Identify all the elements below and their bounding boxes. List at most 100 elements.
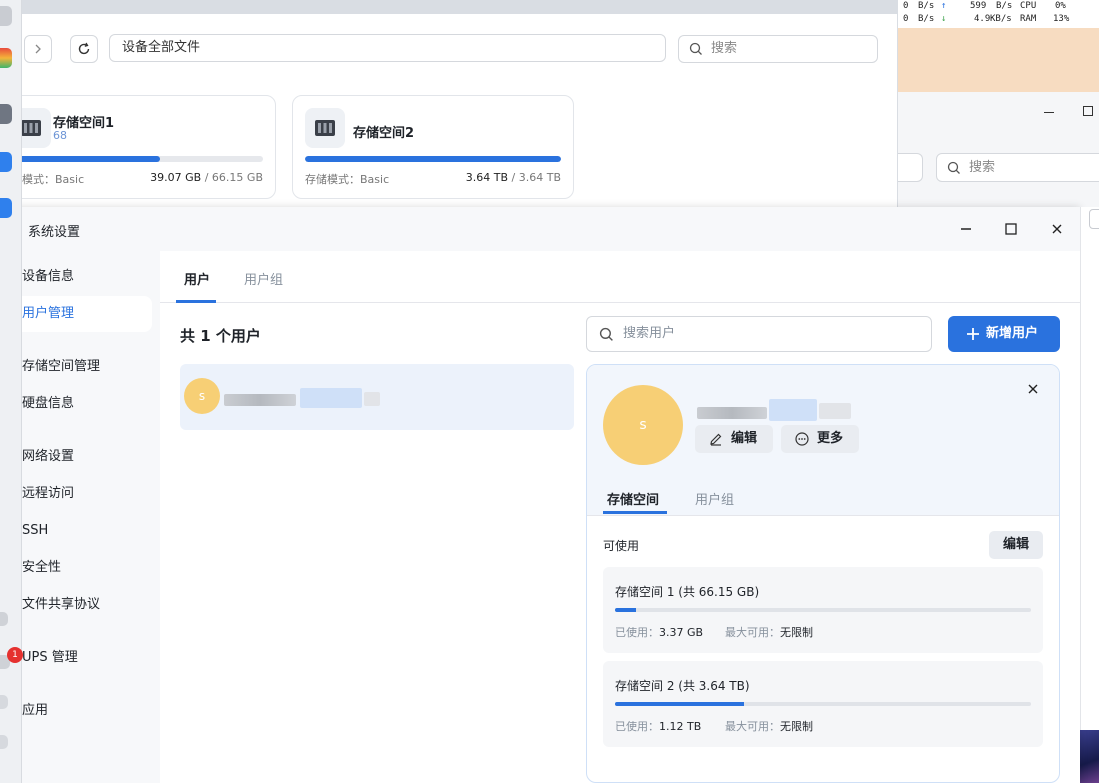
search-placeholder: 搜索 bbox=[969, 160, 996, 175]
refresh-button[interactable] bbox=[70, 35, 98, 63]
tab-bar: 用户 用户组 bbox=[160, 251, 1090, 303]
dock-app-icon[interactable] bbox=[0, 612, 8, 626]
avatar-large: s bbox=[603, 385, 683, 465]
volume-mode: 存储模式：Basic bbox=[305, 173, 390, 186]
app-dock bbox=[0, 0, 22, 783]
minimize-button[interactable] bbox=[956, 219, 976, 239]
nav-ups-management[interactable]: UPS 管理 bbox=[0, 640, 152, 676]
close-icon bbox=[1028, 384, 1038, 394]
file-manager-window: 设备全部文件 搜索 存储空间1 68 储模式：Basic 39.07 GB / … bbox=[0, 14, 897, 214]
dock-app-icon[interactable] bbox=[0, 6, 12, 26]
add-user-label: 新增用户 bbox=[986, 326, 1039, 341]
volume-card-1[interactable]: 存储空间1 68 储模式：Basic 39.07 GB / 66.15 GB bbox=[0, 95, 276, 199]
dock-app-icon[interactable] bbox=[0, 198, 12, 218]
nav-ups-label: UPS 管理 bbox=[22, 650, 78, 665]
quota-used: 已使用：3.37 GB bbox=[615, 624, 703, 640]
quota-usage-bar bbox=[615, 702, 1031, 706]
nav-ssh[interactable]: SSH bbox=[0, 513, 152, 549]
username-blurred bbox=[224, 394, 296, 406]
dock-app-icon[interactable] bbox=[0, 48, 12, 68]
title-bar: 系统设置 bbox=[0, 207, 1080, 251]
detail-tab-divider bbox=[587, 515, 1059, 516]
volume-usage-bar bbox=[11, 156, 263, 162]
user-list-item[interactable]: s bbox=[180, 364, 574, 430]
dock-app-icon[interactable] bbox=[0, 695, 8, 709]
background-window-edge bbox=[1080, 207, 1099, 730]
gear-icon[interactable] bbox=[0, 104, 12, 124]
path-bar-fragment[interactable] bbox=[898, 153, 923, 182]
cpu-label: CPU bbox=[1020, 1, 1037, 11]
volume-size: 3.64 TB / 3.64 TB bbox=[466, 171, 561, 184]
user-detail-card: s 编辑 更多 存储空间 用户组 可使用 编辑 存储空间 1 (共 66.15 … bbox=[586, 364, 1060, 783]
file-search-input[interactable]: 搜索 bbox=[678, 35, 878, 63]
search-icon bbox=[689, 42, 702, 55]
maximize-icon[interactable] bbox=[1083, 106, 1093, 116]
tab-users[interactable]: 用户 bbox=[184, 269, 210, 288]
more-options-button[interactable]: 更多 bbox=[781, 425, 859, 453]
username-blurred-highlight bbox=[300, 388, 362, 408]
available-label: 可使用 bbox=[603, 539, 640, 553]
search-icon bbox=[599, 327, 613, 341]
nav-network-settings[interactable]: 网络设置 bbox=[0, 439, 152, 475]
nav-security[interactable]: 安全性 bbox=[0, 550, 152, 586]
notification-badge: 1 bbox=[7, 647, 23, 663]
add-user-button[interactable]: 新增用户 bbox=[948, 316, 1060, 352]
nav-user-management[interactable]: 用户管理 bbox=[0, 296, 152, 332]
user-search-input[interactable]: 搜索用户 bbox=[586, 316, 932, 352]
username-blurred-tail bbox=[364, 392, 380, 406]
quota-used-value: 1.12 TB bbox=[659, 720, 702, 733]
search-input[interactable]: 搜索 bbox=[936, 153, 1099, 182]
nav-apps[interactable]: 应用 bbox=[0, 693, 152, 729]
grid-view-icon[interactable] bbox=[1089, 209, 1099, 229]
search-icon bbox=[947, 161, 960, 174]
user-management-panel: 用户 用户组 共 1 个用户 搜索用户 新增用户 s s 编辑 更多 存储空间 … bbox=[160, 251, 1090, 783]
volume-used: 39.07 GB bbox=[150, 171, 202, 184]
dock-app-icon[interactable] bbox=[0, 152, 12, 172]
edit-label: 编辑 bbox=[731, 431, 758, 446]
quota-used-label: 已使用： bbox=[615, 720, 659, 733]
detail-username-blurred bbox=[697, 407, 767, 419]
quota-max-label: 最大可用： bbox=[725, 720, 780, 733]
maximize-button[interactable] bbox=[1001, 219, 1021, 239]
volume-subtext: 68 bbox=[53, 129, 67, 142]
edit-quota-button[interactable]: 编辑 bbox=[989, 531, 1043, 559]
search-placeholder: 搜索用户 bbox=[623, 326, 676, 341]
minimize-icon[interactable] bbox=[1044, 112, 1054, 113]
more-label: 更多 bbox=[817, 431, 844, 446]
net-down-speed: 4.9 bbox=[974, 14, 991, 24]
quota-usage-bar bbox=[615, 608, 1031, 612]
cpu-value: 0% bbox=[1055, 1, 1066, 11]
ram-label: RAM bbox=[1020, 14, 1037, 24]
settings-window: 系统设置 设备信息 用户管理 存储空间管理 硬盘信息 网络设置 远程访问 SSH… bbox=[0, 207, 1090, 783]
nav-remote-access[interactable]: 远程访问 bbox=[0, 476, 152, 512]
detail-tab-storage[interactable]: 存储空间 bbox=[607, 489, 659, 508]
nav-device-info[interactable]: 设备信息 bbox=[0, 259, 152, 295]
tab-active-indicator bbox=[176, 300, 216, 303]
desktop-wallpaper-top bbox=[898, 28, 1099, 92]
maximize-icon bbox=[1005, 223, 1017, 235]
close-button[interactable] bbox=[1047, 219, 1067, 239]
forward-button[interactable] bbox=[24, 35, 52, 63]
net-down-value: 0 bbox=[903, 1, 909, 11]
quota-used: 已使用：1.12 TB bbox=[615, 718, 701, 734]
pencil-icon bbox=[710, 433, 722, 446]
close-detail-button[interactable] bbox=[1025, 381, 1041, 397]
path-bar[interactable]: 设备全部文件 bbox=[109, 34, 666, 62]
volume-used: 3.64 TB bbox=[465, 171, 509, 184]
more-icon bbox=[795, 432, 809, 446]
volume-total: / 66.15 GB bbox=[204, 171, 263, 184]
quota-usage-fill bbox=[615, 608, 636, 612]
detail-tab-groups[interactable]: 用户组 bbox=[695, 489, 734, 508]
upload-arrow-icon: ↑ bbox=[941, 1, 947, 11]
edit-user-button[interactable]: 编辑 bbox=[695, 425, 773, 453]
quota-max-value: 无限制 bbox=[780, 626, 813, 639]
tab-user-groups[interactable]: 用户组 bbox=[244, 269, 283, 288]
avatar: s bbox=[184, 378, 220, 414]
quota-max-value: 无限制 bbox=[780, 720, 813, 733]
dock-app-icon[interactable] bbox=[0, 735, 8, 749]
nav-disk-info[interactable]: 硬盘信息 bbox=[0, 386, 152, 422]
volume-card-2[interactable]: 存储空间2 存储模式：Basic 3.64 TB / 3.64 TB bbox=[292, 95, 574, 199]
nav-file-sharing[interactable]: 文件共享协议 bbox=[0, 587, 152, 623]
quota-max: 最大可用：无限制 bbox=[725, 718, 813, 734]
nav-storage-management[interactable]: 存储空间管理 bbox=[0, 349, 152, 385]
